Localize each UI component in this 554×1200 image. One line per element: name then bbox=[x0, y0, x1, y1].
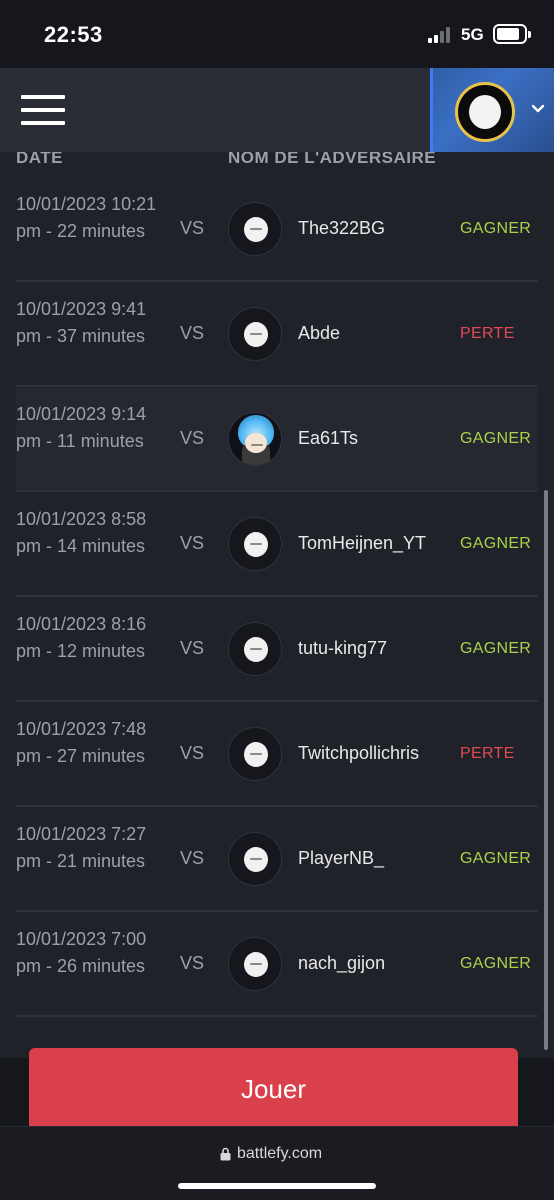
match-date: 10/01/2023 9:14 pm - 11 minutes bbox=[16, 404, 147, 451]
status-bar: 22:53 5G bbox=[0, 0, 554, 68]
opponent-name[interactable]: PlayerNB_ bbox=[298, 848, 384, 869]
vs-label: VS bbox=[180, 533, 205, 553]
opponent-name[interactable]: TomHeijnen_YT bbox=[298, 533, 426, 554]
match-history-table: DATE NOM DE L'ADVERSAIRE 10/01/2023 10:2… bbox=[0, 152, 554, 1062]
scrollbar[interactable] bbox=[544, 490, 548, 1050]
match-result: GAGNER bbox=[460, 640, 532, 657]
match-date: 10/01/2023 8:58 pm - 14 minutes bbox=[16, 509, 147, 556]
hamburger-icon[interactable] bbox=[21, 95, 65, 127]
profile-menu-button[interactable] bbox=[430, 68, 554, 152]
table-row[interactable]: 10/01/2023 10:21 pm - 22 minutes VS The3… bbox=[16, 178, 538, 282]
match-date: 10/01/2023 8:16 pm - 12 minutes bbox=[16, 614, 147, 661]
vs-label: VS bbox=[180, 638, 205, 658]
clock-time: 22:53 bbox=[44, 22, 103, 47]
opponent-avatar[interactable] bbox=[228, 622, 282, 676]
table-panel: DATE NOM DE L'ADVERSAIRE 10/01/2023 10:2… bbox=[0, 152, 554, 1058]
signal-icon bbox=[428, 27, 454, 43]
opponent-avatar[interactable] bbox=[228, 412, 282, 466]
opponent-avatar[interactable] bbox=[228, 727, 282, 781]
opponent-avatar[interactable] bbox=[228, 832, 282, 886]
lock-icon bbox=[220, 1147, 231, 1161]
match-result: GAGNER bbox=[460, 430, 532, 447]
user-avatar bbox=[455, 82, 515, 142]
column-header-date: DATE bbox=[16, 152, 64, 167]
match-date: 10/01/2023 7:27 pm - 21 minutes bbox=[16, 824, 147, 871]
opponent-avatar[interactable] bbox=[228, 937, 282, 991]
opponent-name[interactable]: nach_gijon bbox=[298, 953, 385, 974]
vs-label: VS bbox=[180, 848, 205, 868]
chevron-down-icon bbox=[531, 104, 545, 113]
app-header bbox=[0, 68, 554, 152]
opponent-name[interactable]: Twitchpollichris bbox=[298, 743, 419, 764]
column-header-opponent: NOM DE L'ADVERSAIRE bbox=[228, 152, 437, 167]
match-result: GAGNER bbox=[460, 220, 532, 237]
match-date: 10/01/2023 7:00 pm - 26 minutes bbox=[16, 929, 147, 976]
vs-label: VS bbox=[180, 218, 205, 238]
match-result: PERTE bbox=[460, 745, 515, 762]
table-row[interactable]: 10/01/2023 7:00 pm - 26 minutes VS nach_… bbox=[16, 913, 538, 1017]
match-result: GAGNER bbox=[460, 850, 532, 867]
match-date: 10/01/2023 7:48 pm - 27 minutes bbox=[16, 719, 147, 766]
table-row[interactable]: 10/01/2023 7:27 pm - 21 minutes VS Playe… bbox=[16, 808, 538, 912]
opponent-avatar[interactable] bbox=[228, 307, 282, 361]
match-result: PERTE bbox=[460, 325, 515, 342]
table-row[interactable]: 10/01/2023 8:16 pm - 12 minutes VS tutu-… bbox=[16, 598, 538, 702]
table-row[interactable]: 10/01/2023 7:48 pm - 27 minutes VS Twitc… bbox=[16, 703, 538, 807]
opponent-avatar[interactable] bbox=[228, 202, 282, 256]
table-row[interactable]: 10/01/2023 9:14 pm - 11 minutes VS Ea61T… bbox=[16, 388, 538, 492]
opponent-name[interactable]: Ea61Ts bbox=[298, 428, 358, 449]
opponent-name[interactable]: tutu-king77 bbox=[298, 638, 387, 659]
network-type: 5G bbox=[461, 25, 484, 44]
vs-label: VS bbox=[180, 323, 205, 343]
opponent-name[interactable]: Abde bbox=[298, 323, 340, 344]
home-indicator[interactable] bbox=[178, 1183, 376, 1189]
match-result: GAGNER bbox=[460, 535, 532, 552]
opponent-avatar[interactable] bbox=[228, 517, 282, 571]
match-date: 10/01/2023 10:21 pm - 22 minutes bbox=[16, 194, 157, 241]
match-date: 10/01/2023 9:41 pm - 37 minutes bbox=[16, 299, 147, 346]
opponent-name[interactable]: The322BG bbox=[298, 218, 385, 239]
table-row[interactable]: 10/01/2023 8:58 pm - 14 minutes VS TomHe… bbox=[16, 493, 538, 597]
vs-label: VS bbox=[180, 428, 205, 448]
vs-label: VS bbox=[180, 953, 205, 973]
match-result: GAGNER bbox=[460, 955, 532, 972]
table-row[interactable]: 10/01/2023 9:41 pm - 37 minutes VS Abde … bbox=[16, 283, 538, 387]
url-text[interactable]: battlefy.com bbox=[237, 1145, 322, 1163]
play-button[interactable]: Jouer bbox=[29, 1048, 518, 1126]
battery-icon bbox=[493, 24, 531, 44]
browser-url-bar[interactable]: battlefy.com bbox=[0, 1126, 554, 1200]
vs-label: VS bbox=[180, 743, 205, 763]
